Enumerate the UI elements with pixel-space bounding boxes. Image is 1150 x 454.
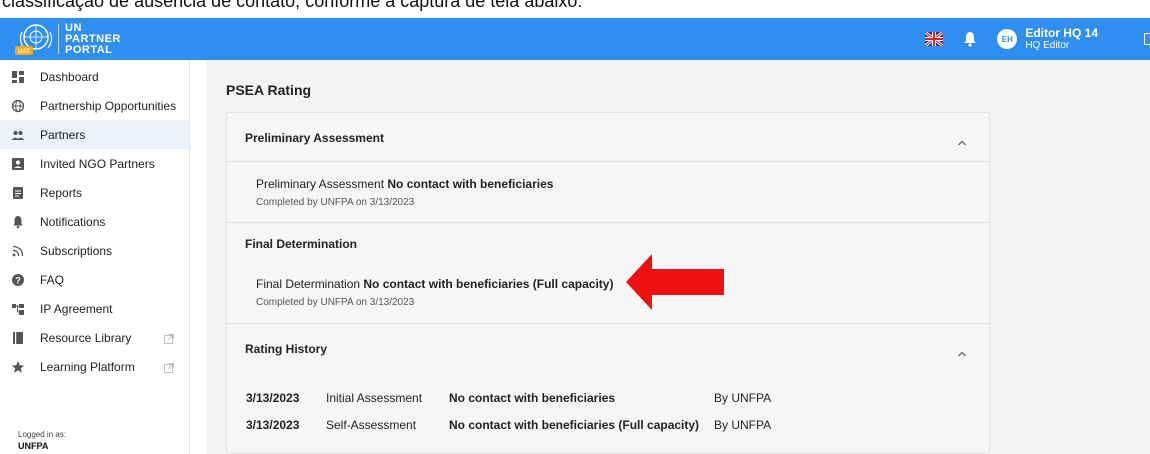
sidebar-item-label: Reports [40, 185, 83, 200]
chevron-up-icon[interactable] [957, 345, 967, 357]
logged-in-info: Logged in as: UNFPA [18, 430, 66, 451]
sidebar-item-label: Partners [40, 127, 86, 142]
sidebar-item-dashboard[interactable]: Dashboard [0, 62, 189, 91]
sidebar-divider [189, 60, 190, 454]
people-icon [11, 128, 25, 142]
help-icon: ? [11, 273, 25, 287]
logo-line-1: UN [65, 21, 82, 34]
sidebar-item-partners[interactable]: Partners [0, 120, 189, 149]
section-divider [227, 323, 989, 324]
red-arrow-annotation [626, 254, 724, 310]
result-prefix: Final Determination [256, 277, 361, 291]
sidebar-item-notifications[interactable]: Notifications [0, 207, 189, 236]
history-type: Initial Assessment [326, 391, 423, 405]
logo-text: UN PARTNER PORTAL [65, 21, 121, 56]
rss-icon [11, 244, 25, 258]
star-icon [11, 360, 25, 374]
sidebar-item-faq[interactable]: ? FAQ [0, 265, 189, 294]
logged-in-org: UNFPA [18, 441, 49, 451]
external-link-icon [164, 333, 174, 344]
sidebar-item-label: Invited NGO Partners [40, 156, 155, 171]
sidebar: Dashboard Partnership Opportunities Part… [0, 60, 189, 454]
app-bar: UAT UN PARTNER PORTAL EH Editor HQ 14 HQ… [0, 18, 1150, 60]
book-icon [11, 331, 25, 345]
result-value: No contact with beneficiaries [387, 177, 554, 191]
completed-by: Completed by UNFPA on 3/13/2023 [256, 197, 415, 208]
sidebar-item-ip-agreement[interactable]: IP Agreement [0, 294, 189, 323]
portal-logo[interactable]: UAT UN PARTNER PORTAL [14, 20, 121, 58]
caption-text: classificação de ausência de contato, co… [2, 0, 583, 11]
bell-icon[interactable] [963, 31, 977, 47]
appbar-actions: EH Editor HQ 14 HQ Editor [924, 18, 1150, 60]
preliminary-assessment-header[interactable]: Preliminary Assessment [227, 131, 989, 145]
history-date: 3/13/2023 [246, 418, 300, 432]
uat-badge: UAT [18, 49, 30, 55]
logo-line-3: PORTAL [65, 43, 113, 56]
result-value: No contact with beneficiaries (Full capa… [363, 277, 614, 291]
bell-icon [11, 215, 25, 229]
page-title: PSEA Rating [226, 82, 312, 98]
logo-line-2: PARTNER [65, 32, 121, 45]
history-date: 3/13/2023 [246, 391, 300, 405]
history-rating: No contact with beneficiaries [449, 391, 616, 405]
dashboard-icon [11, 70, 25, 84]
exit-icon[interactable] [1144, 33, 1150, 45]
section-title: Rating History [245, 342, 328, 356]
history-rating: No contact with beneficiaries (Full capa… [449, 418, 700, 432]
sidebar-item-label: Learning Platform [40, 359, 135, 374]
section-title: Final Determination [245, 237, 358, 251]
uk-flag-icon[interactable] [924, 30, 945, 48]
sidebar-item-learning-platform[interactable]: Learning Platform [0, 352, 189, 381]
user-info[interactable]: Editor HQ 14 HQ Editor [1025, 26, 1098, 52]
globe-icon [11, 99, 25, 113]
caption-strip: classificação de ausência de contato, co… [0, 0, 1150, 18]
external-link-icon [164, 362, 174, 373]
sidebar-item-resource-library[interactable]: Resource Library [0, 323, 189, 352]
svg-text:?: ? [15, 275, 21, 285]
completed-by: Completed by UNFPA on 3/13/2023 [256, 297, 415, 308]
section-title: Preliminary Assessment [245, 131, 384, 145]
avatar[interactable]: EH [997, 29, 1018, 49]
section-divider [227, 161, 989, 162]
sidebar-item-label: Subscriptions [40, 243, 113, 258]
history-by: By UNFPA [714, 418, 772, 432]
sidebar-item-label: IP Agreement [40, 301, 113, 316]
user-role: HQ Editor [1025, 40, 1070, 51]
person-box-icon [11, 157, 25, 171]
sidebar-item-label: Resource Library [40, 330, 132, 345]
history-type: Self-Assessment [326, 418, 417, 432]
user-name: Editor HQ 14 [1025, 26, 1098, 40]
logged-in-label: Logged in as: [18, 430, 67, 439]
psea-rating-card: Preliminary Assessment Preliminary Asses… [226, 112, 990, 454]
final-determination-result: Final Determination No contact with bene… [256, 277, 613, 291]
report-icon [11, 186, 25, 200]
sidebar-item-partnership-opportunities[interactable]: Partnership Opportunities [0, 91, 189, 120]
logo-divider [58, 24, 59, 54]
sidebar-item-label: Dashboard [40, 69, 99, 84]
chevron-up-icon[interactable] [957, 134, 967, 146]
preliminary-assessment-result: Preliminary Assessment No contact with b… [256, 177, 553, 191]
sidebar-item-invited-ngo-partners[interactable]: Invited NGO Partners [0, 149, 189, 178]
agreement-icon [11, 302, 25, 316]
section-divider [227, 222, 989, 223]
rating-history-header[interactable]: Rating History [227, 342, 989, 356]
sidebar-item-subscriptions[interactable]: Subscriptions [0, 236, 189, 265]
result-prefix: Preliminary Assessment [256, 177, 385, 191]
sidebar-item-reports[interactable]: Reports [0, 178, 189, 207]
sidebar-item-label: Notifications [40, 214, 106, 229]
un-emblem-icon: UAT [14, 20, 54, 58]
final-determination-header: Final Determination [227, 237, 989, 251]
sidebar-item-label: Partnership Opportunities [40, 98, 177, 113]
history-by: By UNFPA [714, 391, 772, 405]
sidebar-item-label: FAQ [40, 272, 65, 287]
